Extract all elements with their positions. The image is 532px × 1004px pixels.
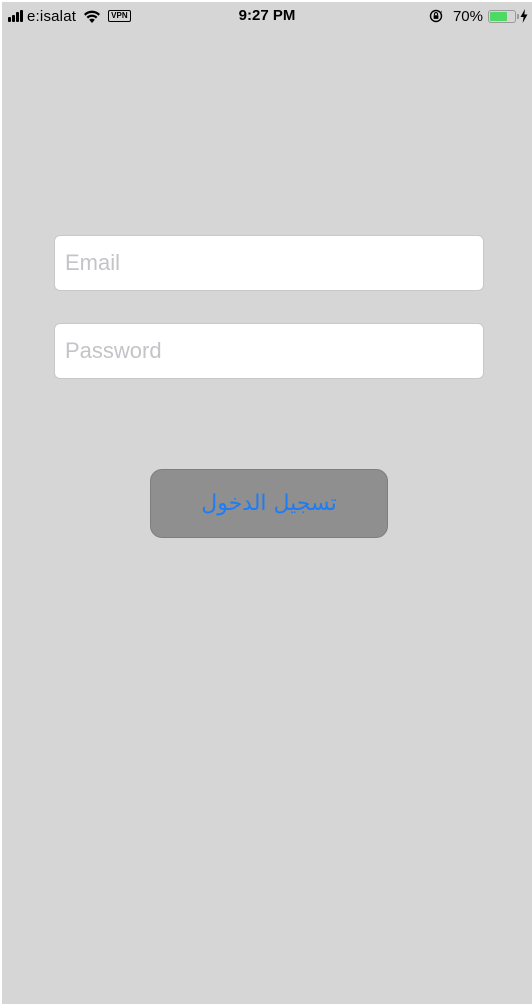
login-button-label: تسجيل الدخول bbox=[201, 491, 337, 516]
battery-icon bbox=[488, 9, 519, 23]
battery-percent: 70% bbox=[452, 7, 483, 25]
login-screen: e:isalat VPN 9:27 PM 70% Email تسجيل الد… bbox=[2, 2, 532, 1004]
battery-fill bbox=[490, 11, 507, 21]
password-field[interactable] bbox=[54, 323, 484, 379]
battery-cap bbox=[517, 13, 519, 19]
status-right: 70% bbox=[429, 7, 528, 25]
charging-bolt-icon bbox=[520, 9, 528, 23]
login-button[interactable]: تسجيل الدخول bbox=[150, 469, 388, 538]
status-bar: e:isalat VPN 9:27 PM 70% bbox=[2, 2, 532, 32]
orientation-lock-icon bbox=[429, 9, 443, 23]
email-field[interactable] bbox=[54, 235, 484, 291]
